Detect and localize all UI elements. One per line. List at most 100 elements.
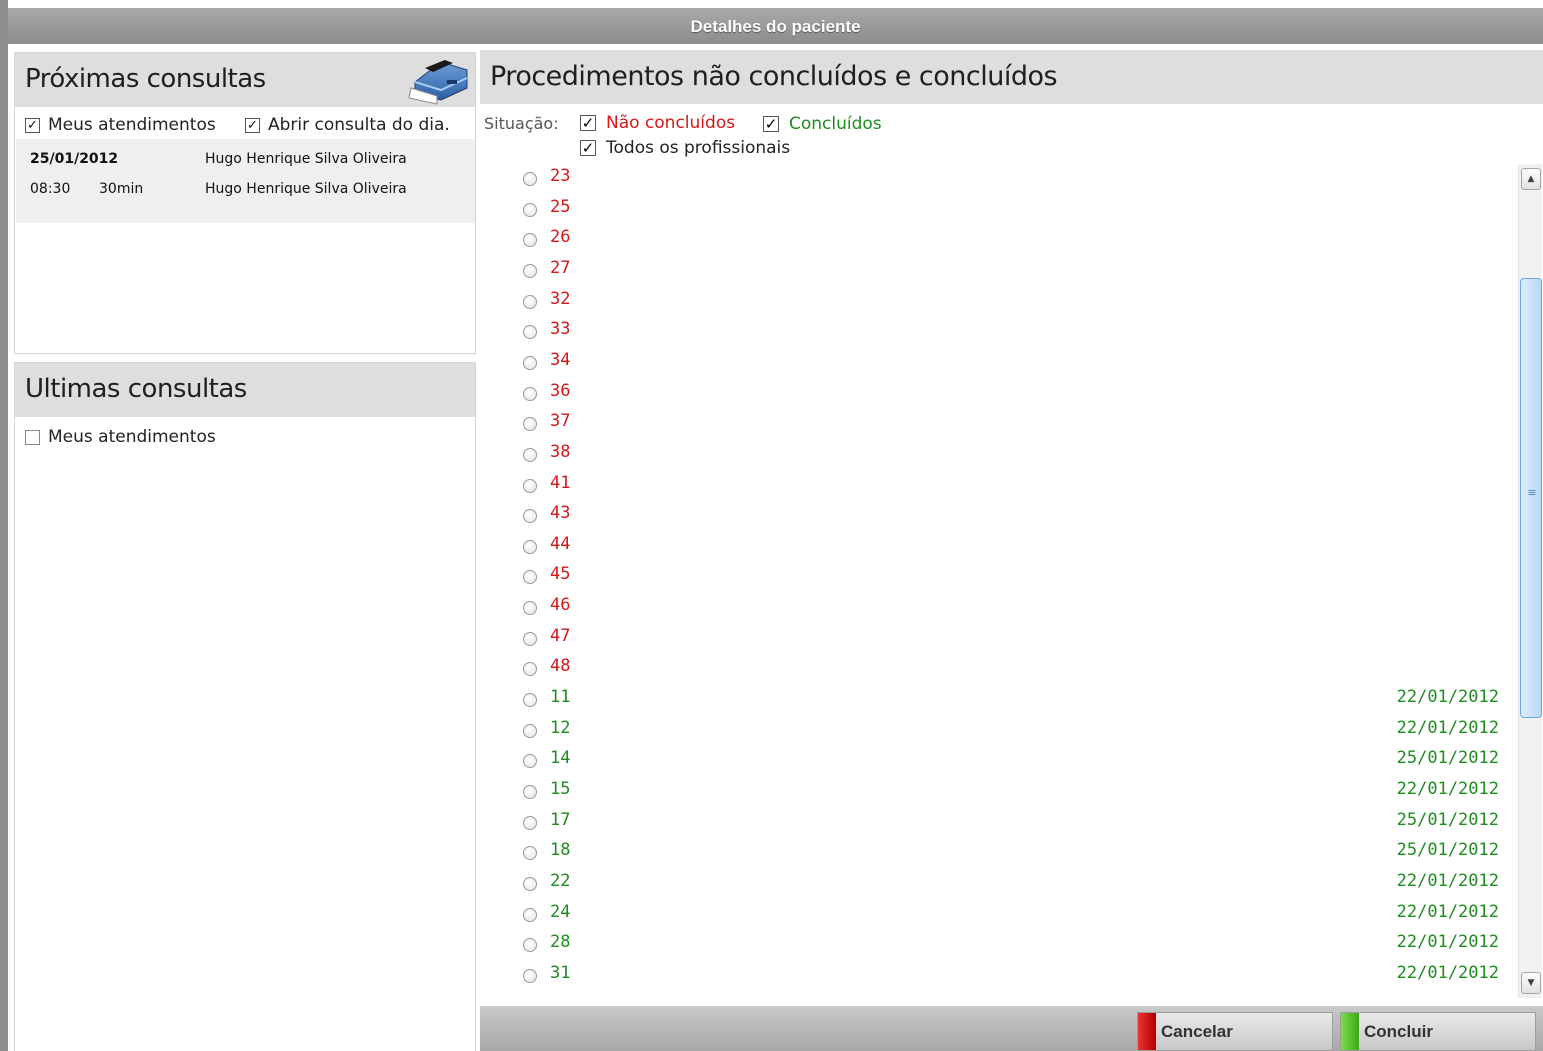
last-appointments-title: Ultimas consultas [25,374,247,404]
grip-icon: ≡ [1527,486,1537,499]
radio-button-icon[interactable] [523,172,537,186]
radio-button-icon[interactable] [523,294,537,309]
radio-button-icon[interactable] [523,325,537,340]
procedure-item[interactable]: 12 22/01/2012 [480,714,1517,744]
procedure-number: 15 [550,779,571,799]
radio-button-icon[interactable] [523,202,537,217]
procedure-number: 38 [550,441,571,462]
scroll-down-arrow-icon[interactable]: ▼ [1521,972,1541,994]
procedure-item[interactable]: 38 [480,438,1517,468]
my-appointments-checkbox-last[interactable]: Meus atendimentos [25,427,216,447]
radio-button-icon[interactable] [523,509,537,524]
radio-button-icon[interactable] [523,938,537,953]
procedures-scrollbar[interactable]: ▲ ≡ ▼ [1518,164,1542,998]
procedure-number: 27 [550,257,571,278]
appointment-time[interactable]: 08:30 [30,181,70,197]
next-appointments-header: Próximas consultas [15,53,475,107]
radio-button-icon[interactable] [523,570,537,585]
procedure-item[interactable]: 33 [480,315,1517,345]
confirm-button[interactable]: Concluir [1340,1012,1536,1051]
procedure-item[interactable]: 27 [480,254,1517,284]
radio-button-icon[interactable] [523,876,537,891]
procedure-number: 33 [550,319,571,340]
last-appointments-header: Ultimas consultas [15,363,475,417]
radio-button-icon[interactable] [523,417,537,432]
open-today-checkbox[interactable]: ✓ Abrir consulta do dia. [245,115,450,135]
procedure-number: 44 [550,533,571,554]
procedure-item[interactable]: 22 22/01/2012 [480,867,1517,897]
radio-button-icon[interactable] [523,754,537,769]
procedure-item[interactable]: 18 25/01/2012 [480,836,1517,866]
procedure-item[interactable]: 37 [480,407,1517,437]
radio-button-icon[interactable] [523,815,537,830]
procedure-item[interactable]: 11 22/01/2012 [480,683,1517,713]
radio-button-icon[interactable] [523,355,537,370]
procedure-item[interactable]: 36 [480,377,1517,407]
procedure-item[interactable]: 14 25/01/2012 [480,744,1517,774]
procedure-number: 28 [550,932,571,953]
procedure-item[interactable]: 28 22/01/2012 [480,928,1517,958]
footer-bar: Cancelar Concluir [480,1006,1543,1051]
procedure-number: 14 [550,748,571,769]
cancel-button[interactable]: Cancelar [1137,1012,1333,1051]
scrollbar-thumb[interactable]: ≡ [1520,278,1542,718]
procedure-number: 26 [550,227,571,248]
radio-button-icon[interactable] [523,846,537,861]
radio-button-icon[interactable] [523,723,537,738]
procedure-item[interactable]: 15 22/01/2012 [480,775,1517,805]
procedure-item[interactable]: 17 25/01/2012 [480,806,1517,836]
scroll-up-arrow-icon[interactable]: ▲ [1521,168,1541,190]
procedure-item[interactable]: 48 [480,652,1517,682]
filter-not-done-checkbox[interactable]: ✓ Não concluídos [580,113,735,133]
procedure-number: 22 [550,870,571,891]
procedure-date: 25/01/2012 [1396,809,1499,830]
radio-button-icon[interactable] [523,478,537,493]
procedure-date: 22/01/2012 [1396,870,1499,891]
procedure-number: 36 [550,380,571,401]
radio-button-icon[interactable] [523,662,537,677]
printer-icon[interactable] [405,54,473,106]
radio-button-icon[interactable] [523,263,537,278]
procedure-item[interactable]: 31 22/01/2012 [480,959,1517,989]
radio-button-icon[interactable] [523,539,537,554]
checkbox-checked-icon: ✓ [580,139,596,157]
procedure-number: 17 [550,809,571,830]
procedure-item[interactable]: 25 [480,193,1517,223]
procedure-date: 22/01/2012 [1396,717,1499,738]
procedure-date: 25/01/2012 [1396,840,1499,861]
my-appointments-checkbox-next[interactable]: ✓ Meus atendimentos [25,115,216,135]
procedure-item[interactable]: 32 [480,285,1517,315]
procedure-date: 25/01/2012 [1396,748,1499,769]
filter-all-professionals-checkbox[interactable]: ✓ Todos os profissionais [580,138,790,158]
procedure-item[interactable]: 44 [480,530,1517,560]
procedure-date: 22/01/2012 [1396,901,1499,922]
confirm-stripe [1341,1013,1359,1050]
radio-button-icon[interactable] [523,447,537,462]
procedure-item[interactable]: 23 [480,162,1517,192]
radio-button-icon[interactable] [523,785,537,799]
procedure-item[interactable]: 45 [480,560,1517,590]
radio-button-icon[interactable] [523,693,537,708]
radio-button-icon[interactable] [523,601,537,616]
filter-done-checkbox[interactable]: ✓ Concluídos [763,114,882,134]
procedure-item[interactable]: 41 [480,469,1517,499]
procedure-item[interactable]: 34 [480,346,1517,376]
procedures-title: Procedimentos não concluídos e concluído… [490,61,1058,92]
procedures-header: Procedimentos não concluídos e concluído… [480,50,1543,104]
procedures-list[interactable]: 23 25 26 27 32 33 34 36 37 38 41 43 44 45 46 47 48 11 22/0… [480,162,1517,1002]
radio-button-icon[interactable] [523,631,537,646]
procedure-number: 24 [550,901,571,922]
procedure-number: 48 [550,656,571,677]
radio-button-icon[interactable] [523,968,537,983]
procedure-item[interactable]: 26 [480,223,1517,253]
window-title: Detalhes do paciente [8,8,1543,44]
procedure-item[interactable]: 47 [480,622,1517,652]
procedure-item[interactable]: 46 [480,591,1517,621]
radio-button-icon[interactable] [523,386,537,401]
procedure-item[interactable]: 24 22/01/2012 [480,898,1517,928]
radio-button-icon[interactable] [523,233,537,248]
procedure-number: 45 [550,564,571,585]
procedure-number: 37 [550,411,571,432]
procedure-item[interactable]: 43 [480,499,1517,529]
radio-button-icon[interactable] [523,907,537,922]
